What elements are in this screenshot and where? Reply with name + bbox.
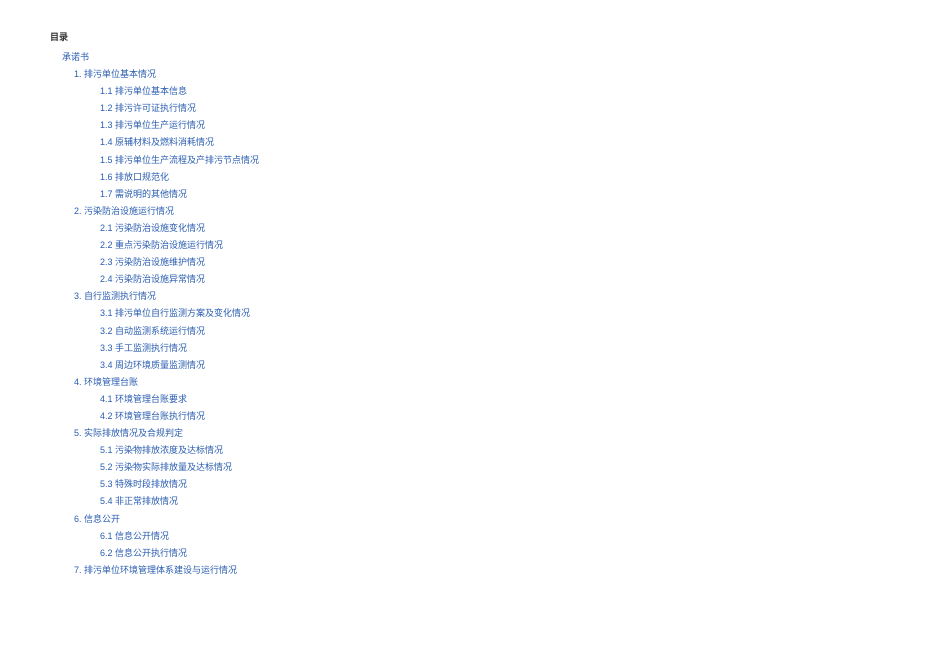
toc-item: 5.3 特殊时段排放情况 bbox=[100, 476, 895, 493]
toc-link[interactable]: 1.2 排污许可证执行情况 bbox=[100, 103, 196, 113]
toc-link[interactable]: 4. 环境管理台账 bbox=[74, 377, 138, 387]
toc-item: 1.6 排放口规范化 bbox=[100, 169, 895, 186]
toc-item: 2.2 重点污染防治设施运行情况 bbox=[100, 237, 895, 254]
toc-link[interactable]: 4.2 环境管理台账执行情况 bbox=[100, 411, 205, 421]
toc-link[interactable]: 1.1 排污单位基本信息 bbox=[100, 86, 187, 96]
toc-link[interactable]: 6. 信息公开 bbox=[74, 514, 120, 524]
toc-item: 5. 实际排放情况及合规判定 bbox=[74, 425, 895, 442]
toc-link[interactable]: 6.2 信息公开执行情况 bbox=[100, 548, 187, 558]
toc-link[interactable]: 1. 排污单位基本情况 bbox=[74, 69, 156, 79]
toc-item: 6.2 信息公开执行情况 bbox=[100, 545, 895, 562]
toc-item: 2. 污染防治设施运行情况 bbox=[74, 203, 895, 220]
toc-link[interactable]: 承诺书 bbox=[62, 52, 89, 62]
toc-item: 5.2 污染物实际排放量及达标情况 bbox=[100, 459, 895, 476]
toc-item: 承诺书 bbox=[62, 49, 895, 66]
toc-link[interactable]: 7. 排污单位环境管理体系建设与运行情况 bbox=[74, 565, 237, 575]
toc-link[interactable]: 2.1 污染防治设施变化情况 bbox=[100, 223, 205, 233]
toc-link[interactable]: 3. 自行监测执行情况 bbox=[74, 291, 156, 301]
toc-item: 3.1 排污单位自行监测方案及变化情况 bbox=[100, 305, 895, 322]
toc-link[interactable]: 5.1 污染物排放浓度及达标情况 bbox=[100, 445, 223, 455]
toc-link[interactable]: 1.6 排放口规范化 bbox=[100, 172, 169, 182]
toc-item: 5.4 非正常排放情况 bbox=[100, 493, 895, 510]
toc-container: 承诺书 1. 排污单位基本情况 1.1 排污单位基本信息 1.2 排污许可证执行情况 1… bbox=[50, 49, 895, 579]
toc-link[interactable]: 5.3 特殊时段排放情况 bbox=[100, 479, 187, 489]
toc-item: 1.1 排污单位基本信息 bbox=[100, 83, 895, 100]
toc-link[interactable]: 3.3 手工监测执行情况 bbox=[100, 343, 187, 353]
toc-item: 4.1 环境管理台账要求 bbox=[100, 391, 895, 408]
toc-item: 3.3 手工监测执行情况 bbox=[100, 340, 895, 357]
toc-item: 4. 环境管理台账 bbox=[74, 374, 895, 391]
toc-item: 3.2 自动监测系统运行情况 bbox=[100, 323, 895, 340]
toc-link[interactable]: 2. 污染防治设施运行情况 bbox=[74, 206, 174, 216]
toc-link[interactable]: 5. 实际排放情况及合规判定 bbox=[74, 428, 183, 438]
toc-title: 目录 bbox=[50, 30, 895, 43]
toc-link[interactable]: 2.3 污染防治设施维护情况 bbox=[100, 257, 205, 267]
toc-link[interactable]: 2.2 重点污染防治设施运行情况 bbox=[100, 240, 223, 250]
toc-link[interactable]: 1.4 原辅材料及燃料消耗情况 bbox=[100, 137, 214, 147]
toc-item: 6.1 信息公开情况 bbox=[100, 528, 895, 545]
toc-item: 5.1 污染物排放浓度及达标情况 bbox=[100, 442, 895, 459]
toc-link[interactable]: 6.1 信息公开情况 bbox=[100, 531, 169, 541]
toc-link[interactable]: 2.4 污染防治设施异常情况 bbox=[100, 274, 205, 284]
toc-item: 2.4 污染防治设施异常情况 bbox=[100, 271, 895, 288]
toc-item: 1.3 排污单位生产运行情况 bbox=[100, 117, 895, 134]
toc-link[interactable]: 4.1 环境管理台账要求 bbox=[100, 394, 187, 404]
toc-item: 1.7 需说明的其他情况 bbox=[100, 186, 895, 203]
toc-link[interactable]: 5.2 污染物实际排放量及达标情况 bbox=[100, 462, 232, 472]
toc-item: 4.2 环境管理台账执行情况 bbox=[100, 408, 895, 425]
toc-item: 1.5 排污单位生产流程及产排污节点情况 bbox=[100, 152, 895, 169]
toc-item: 1.2 排污许可证执行情况 bbox=[100, 100, 895, 117]
toc-link[interactable]: 1.5 排污单位生产流程及产排污节点情况 bbox=[100, 155, 259, 165]
toc-link[interactable]: 1.7 需说明的其他情况 bbox=[100, 189, 187, 199]
toc-item: 7. 排污单位环境管理体系建设与运行情况 bbox=[74, 562, 895, 579]
toc-link[interactable]: 3.2 自动监测系统运行情况 bbox=[100, 326, 205, 336]
toc-item: 6. 信息公开 bbox=[74, 511, 895, 528]
toc-item: 1. 排污单位基本情况 bbox=[74, 66, 895, 83]
toc-item: 3.4 周边环境质量监测情况 bbox=[100, 357, 895, 374]
toc-item: 1.4 原辅材料及燃料消耗情况 bbox=[100, 134, 895, 151]
toc-item: 2.3 污染防治设施维护情况 bbox=[100, 254, 895, 271]
toc-link[interactable]: 3.1 排污单位自行监测方案及变化情况 bbox=[100, 308, 250, 318]
toc-link[interactable]: 5.4 非正常排放情况 bbox=[100, 496, 178, 506]
toc-link[interactable]: 3.4 周边环境质量监测情况 bbox=[100, 360, 205, 370]
toc-item: 3. 自行监测执行情况 bbox=[74, 288, 895, 305]
toc-link[interactable]: 1.3 排污单位生产运行情况 bbox=[100, 120, 205, 130]
toc-item: 2.1 污染防治设施变化情况 bbox=[100, 220, 895, 237]
